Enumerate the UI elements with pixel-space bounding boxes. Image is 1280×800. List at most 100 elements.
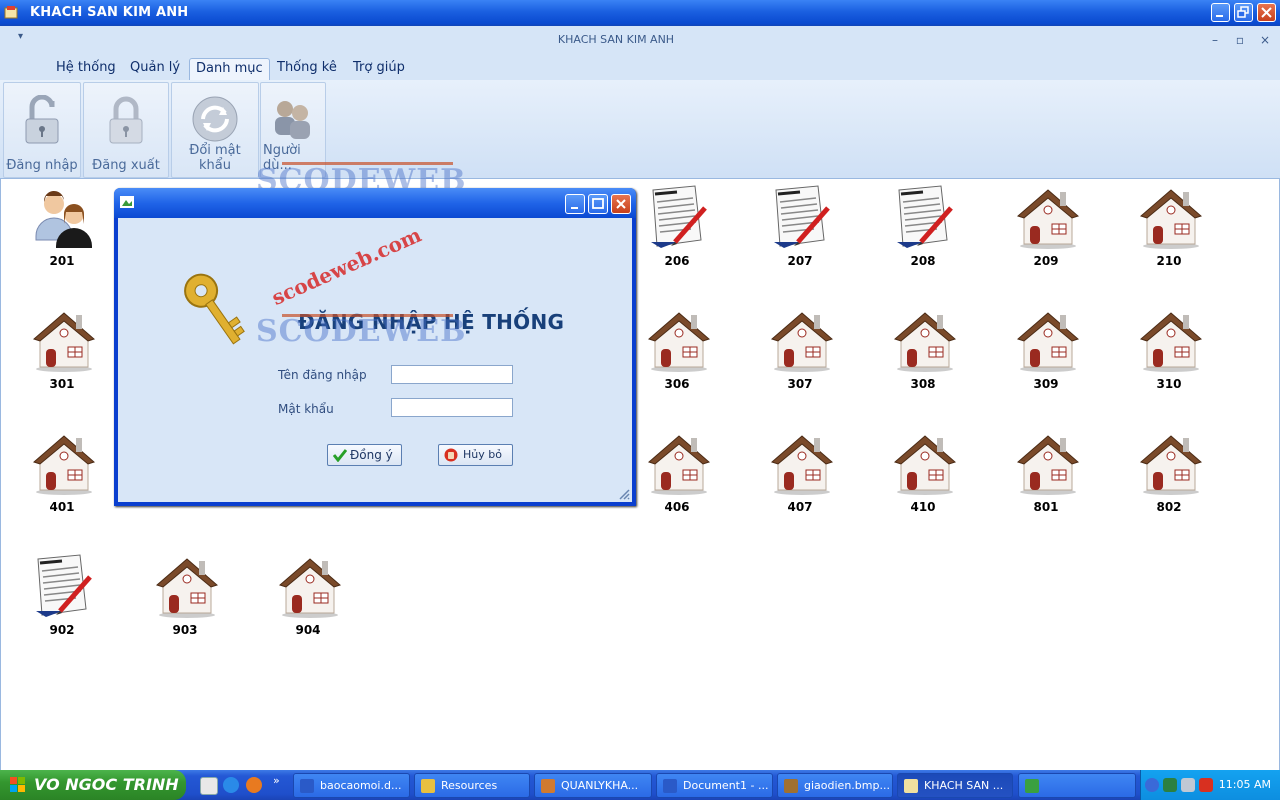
cancel-button[interactable]: Hủy bỏ bbox=[438, 444, 513, 466]
room-tile-207[interactable]: 207 bbox=[760, 184, 840, 276]
room-tile-801[interactable]: 801 bbox=[1006, 430, 1086, 522]
room-number: 401 bbox=[49, 500, 75, 514]
users-icon bbox=[275, 101, 310, 139]
room-tile-210[interactable]: 210 bbox=[1129, 184, 1209, 276]
username-input[interactable] bbox=[391, 365, 513, 384]
house-icon bbox=[1139, 430, 1203, 496]
taskbar: VO NGOC TRINH » baocaomoi.d... Resources Q… bbox=[0, 770, 1280, 800]
room-number: 407 bbox=[787, 500, 813, 514]
taskbar-item-image[interactable] bbox=[1018, 773, 1136, 798]
tab-danh-muc[interactable]: Danh mục bbox=[189, 58, 270, 81]
ok-button-label: Đồng ý bbox=[350, 448, 393, 462]
dialog-maximize-button[interactable] bbox=[588, 194, 608, 214]
watermark-brand-mid: SCODEWEB bbox=[256, 314, 467, 349]
room-number: 902 bbox=[49, 623, 75, 637]
lock-icon bbox=[109, 96, 143, 144]
taskbar-app-icon bbox=[300, 779, 314, 793]
tab-he-thong[interactable]: Hệ thống bbox=[50, 58, 122, 80]
room-tile-209[interactable]: 209 bbox=[1006, 184, 1086, 276]
room-tile-307[interactable]: 307 bbox=[760, 307, 840, 399]
tray-display-icon[interactable] bbox=[1181, 778, 1195, 792]
room-tile-902[interactable]: 902 bbox=[22, 553, 102, 645]
room-tile-802[interactable]: 802 bbox=[1129, 430, 1209, 522]
username-label: Tên đăng nhập bbox=[278, 368, 367, 382]
dialog-close-button[interactable] bbox=[611, 194, 631, 214]
check-icon bbox=[333, 449, 347, 462]
room-number: 309 bbox=[1033, 377, 1059, 391]
room-number: 308 bbox=[910, 377, 936, 391]
room-number: 310 bbox=[1156, 377, 1182, 391]
room-tile-407[interactable]: 407 bbox=[760, 430, 840, 522]
house-icon bbox=[1139, 307, 1203, 373]
room-tile-301[interactable]: 301 bbox=[22, 307, 102, 399]
tab-thong-ke[interactable]: Thống kê bbox=[271, 58, 343, 80]
mdi-title: KHACH SAN KIM ANH bbox=[557, 33, 675, 46]
mdi-minimize-icon[interactable]: – bbox=[1209, 34, 1221, 46]
key-icon bbox=[184, 273, 245, 345]
house-icon bbox=[1016, 307, 1080, 373]
taskbar-app-icon bbox=[784, 779, 798, 793]
restore-icon bbox=[1237, 6, 1249, 18]
image-icon bbox=[1025, 779, 1039, 793]
ok-button[interactable]: Đồng ý bbox=[327, 444, 402, 466]
room-tile-206[interactable]: 206 bbox=[637, 184, 717, 276]
taskbar-item-label: giaodien.bmp... bbox=[804, 779, 890, 792]
room-tile-904[interactable]: 904 bbox=[268, 553, 348, 645]
room-tile-401[interactable]: 401 bbox=[22, 430, 102, 522]
ie-icon[interactable] bbox=[223, 777, 239, 793]
taskbar-item[interactable]: giaodien.bmp... bbox=[777, 773, 893, 798]
room-tile-406[interactable]: 406 bbox=[637, 430, 717, 522]
mdi-close-icon[interactable]: × bbox=[1259, 34, 1271, 46]
taskbar-app-icon bbox=[541, 779, 555, 793]
room-tile-410[interactable]: 410 bbox=[883, 430, 963, 522]
room-number: 802 bbox=[1156, 500, 1182, 514]
start-button[interactable]: VO NGOC TRINH bbox=[0, 770, 186, 800]
minimize-icon bbox=[1216, 15, 1223, 17]
taskbar-item[interactable]: QUANLYKHA... bbox=[534, 773, 652, 798]
room-tile-308[interactable]: 308 bbox=[883, 307, 963, 399]
refresh-icon bbox=[192, 96, 238, 142]
taskbar-item-label: QUANLYKHA... bbox=[561, 779, 639, 792]
room-tile-309[interactable]: 309 bbox=[1006, 307, 1086, 399]
logout-ribbon-button[interactable]: Đăng xuất bbox=[83, 82, 169, 178]
house-icon bbox=[770, 430, 834, 496]
login-ribbon-button[interactable]: Đăng nhập bbox=[3, 82, 81, 178]
tray-network-icon[interactable] bbox=[1163, 778, 1177, 792]
document-icon bbox=[647, 184, 711, 250]
room-tile-208[interactable]: 208 bbox=[883, 184, 963, 276]
room-number: 207 bbox=[787, 254, 813, 268]
taskbar-item[interactable]: Resources bbox=[414, 773, 530, 798]
tray-arrow-icon[interactable] bbox=[1145, 778, 1159, 792]
firefox-icon[interactable] bbox=[246, 777, 262, 793]
house-icon bbox=[893, 307, 957, 373]
tray-v-icon[interactable] bbox=[1199, 778, 1213, 792]
tab-tro-giup[interactable]: Trợ giúp bbox=[347, 58, 411, 80]
close-icon bbox=[1261, 7, 1272, 18]
resize-grip-icon[interactable] bbox=[618, 488, 630, 500]
room-number: 206 bbox=[664, 254, 690, 268]
login-ribbon-label: Đăng nhập bbox=[6, 158, 78, 173]
change-password-ribbon-button[interactable]: Đổi mật khẩu bbox=[171, 82, 259, 178]
quicklaunch-more-icon[interactable]: » bbox=[273, 774, 280, 787]
mdi-restore-icon[interactable]: ▫ bbox=[1234, 34, 1246, 46]
guests-icon bbox=[32, 184, 96, 250]
minimize-button[interactable] bbox=[1211, 3, 1230, 22]
house-icon bbox=[770, 307, 834, 373]
password-input[interactable] bbox=[391, 398, 513, 417]
windows-logo-icon bbox=[10, 777, 25, 792]
restore-button[interactable] bbox=[1234, 3, 1253, 22]
house-icon bbox=[1016, 430, 1080, 496]
dialog-minimize-button[interactable] bbox=[565, 194, 585, 214]
room-tile-903[interactable]: 903 bbox=[145, 553, 225, 645]
close-button[interactable] bbox=[1257, 3, 1276, 22]
taskbar-item[interactable]: baocaomoi.d... bbox=[293, 773, 410, 798]
tab-quan-ly[interactable]: Quản lý bbox=[124, 58, 186, 80]
room-tile-310[interactable]: 310 bbox=[1129, 307, 1209, 399]
room-tile-306[interactable]: 306 bbox=[637, 307, 717, 399]
room-tile-201[interactable]: 201 bbox=[22, 184, 102, 276]
taskbar-item[interactable]: Document1 - ... bbox=[656, 773, 773, 798]
house-icon bbox=[647, 430, 711, 496]
show-desktop-icon[interactable] bbox=[200, 777, 218, 795]
room-number: 904 bbox=[295, 623, 321, 637]
taskbar-item[interactable]: KHACH SAN ... bbox=[897, 773, 1013, 798]
